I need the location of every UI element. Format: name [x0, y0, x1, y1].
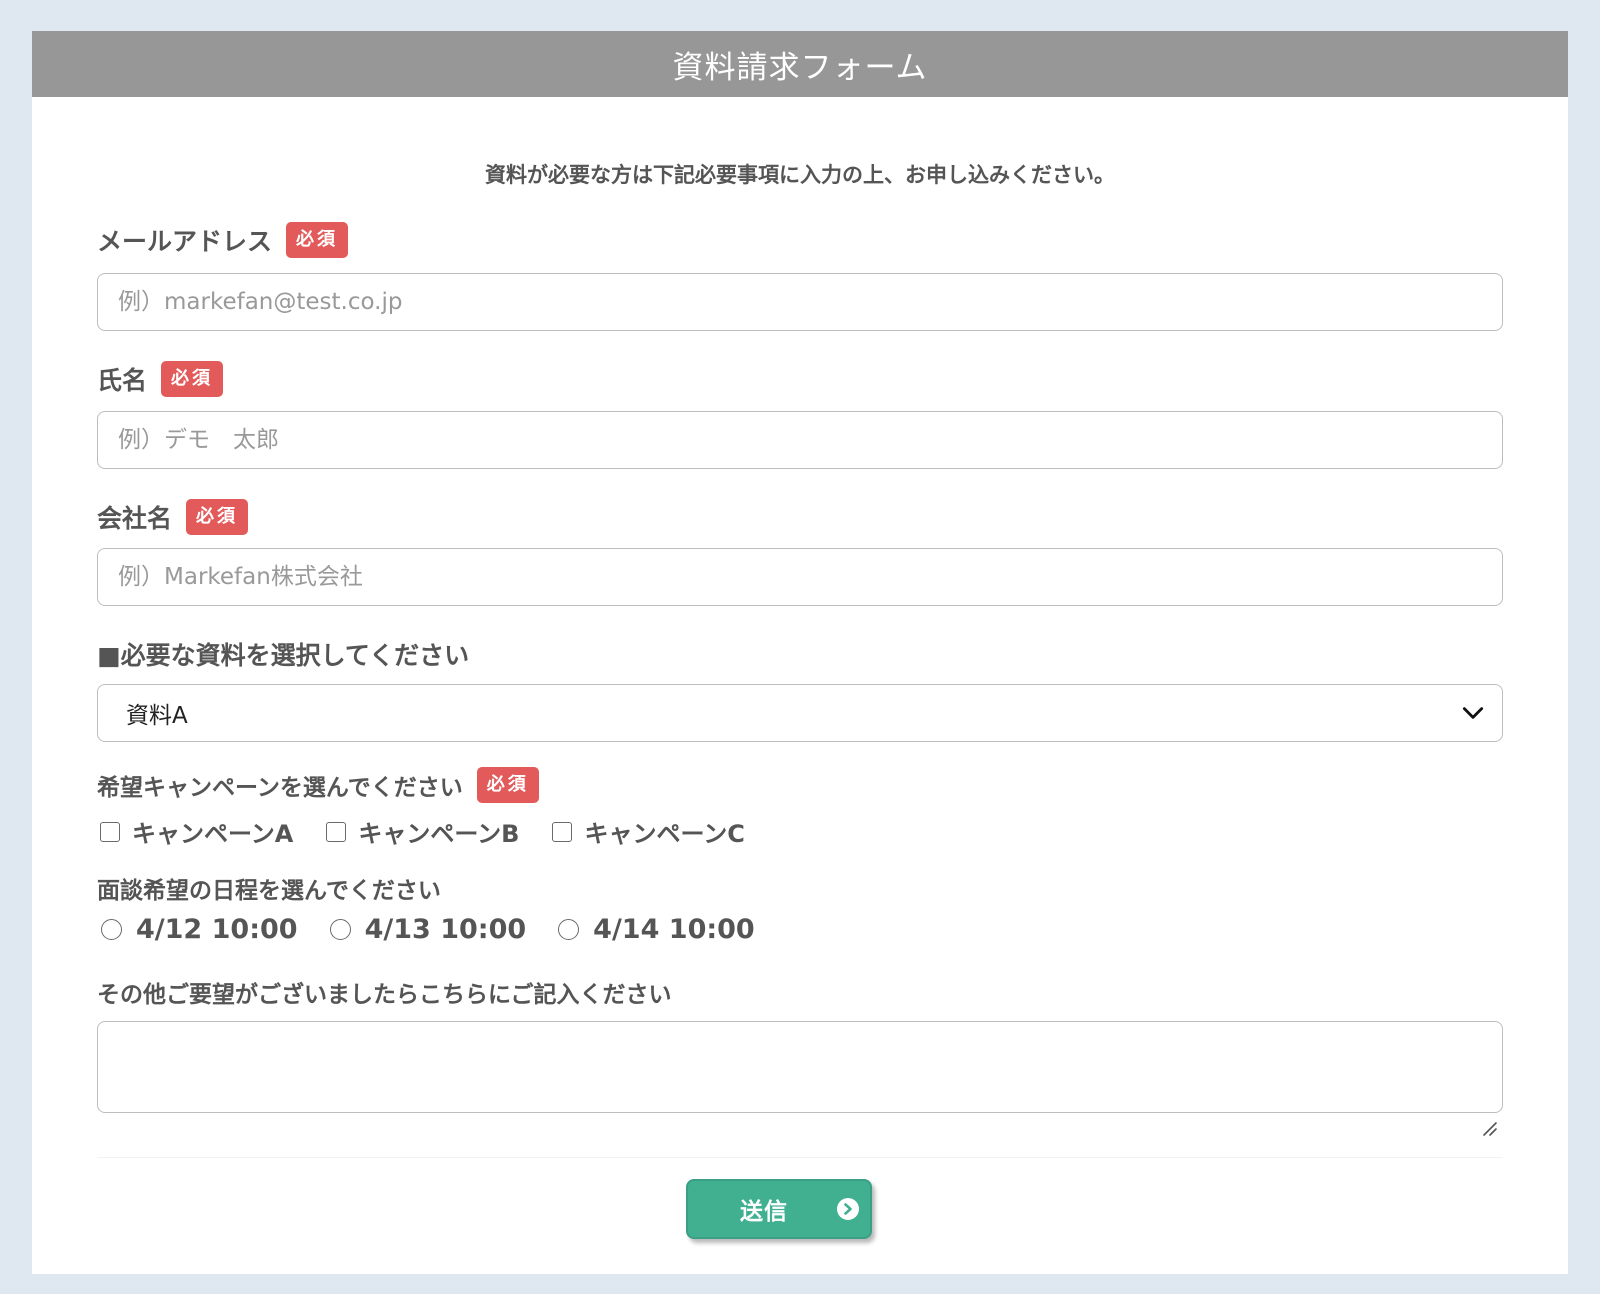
- required-badge: 必須: [286, 222, 349, 258]
- notes-label-row: その他ご要望がございましたらこちらにご記入ください: [97, 975, 672, 1009]
- schedule-option-label: 4/12 10:00: [136, 914, 298, 945]
- form-title: 資料請求フォーム: [672, 49, 928, 86]
- campaign-option-label: キャンペーンA: [132, 820, 294, 848]
- required-badge: 必須: [186, 499, 249, 535]
- material-selected-value: 資料A: [126, 703, 188, 729]
- email-label: メールアドレス: [97, 227, 273, 256]
- required-badge: 必須: [476, 767, 539, 803]
- campaign-option-b[interactable]: キャンペーンB: [323, 814, 519, 849]
- divider: [97, 1157, 1503, 1158]
- checkbox[interactable]: [326, 821, 347, 842]
- required-badge: 必須: [161, 361, 224, 397]
- resize-handle-icon[interactable]: [1480, 1119, 1498, 1137]
- campaign-option-label: キャンペーンB: [358, 820, 520, 848]
- campaign-label: 希望キャンペーンを選んでください: [97, 775, 463, 801]
- material-select[interactable]: 資料A: [97, 684, 1503, 742]
- company-input[interactable]: [97, 548, 1503, 606]
- schedule-options: 4/12 10:00 4/13 10:00 4/14 10:00: [97, 914, 783, 945]
- material-label-row: ■必要な資料を選択してください: [97, 636, 469, 672]
- form-intro: 資料が必要な方は下記必要事項に入力の上、お申し込みください。: [485, 163, 1115, 187]
- email-label-row: メールアドレス 必須: [97, 222, 349, 258]
- submit-button[interactable]: 送信: [686, 1179, 872, 1239]
- form-card: 資料請求フォーム 資料が必要な方は下記必要事項に入力の上、お申し込みください。 …: [32, 31, 1568, 1274]
- schedule-label: 面談希望の日程を選んでください: [97, 878, 441, 904]
- checkbox[interactable]: [552, 821, 573, 842]
- schedule-option-3[interactable]: 4/14 10:00: [554, 914, 755, 945]
- name-input[interactable]: [97, 411, 1503, 469]
- campaign-option-a[interactable]: キャンペーンA: [97, 814, 293, 849]
- name-label-row: 氏名 必須: [97, 361, 224, 397]
- schedule-label-row: 面談希望の日程を選んでください: [97, 871, 441, 905]
- schedule-option-1[interactable]: 4/12 10:00: [97, 914, 298, 945]
- material-label: ■必要な資料を選択してください: [97, 641, 470, 670]
- schedule-option-2[interactable]: 4/13 10:00: [326, 914, 527, 945]
- campaign-option-label: キャンペーンC: [584, 820, 745, 848]
- company-label: 会社名: [97, 504, 173, 533]
- campaign-label-row: 希望キャンペーンを選んでください 必須: [97, 767, 539, 803]
- radio-button[interactable]: [558, 919, 580, 940]
- notes-textarea[interactable]: [97, 1021, 1503, 1113]
- radio-button[interactable]: [101, 919, 122, 940]
- chevron-down-icon: [1462, 707, 1484, 719]
- company-label-row: 会社名 必須: [97, 499, 249, 535]
- radio-button[interactable]: [329, 919, 351, 940]
- arrow-right-circle-icon: [837, 1198, 859, 1220]
- email-input[interactable]: [97, 273, 1503, 331]
- campaign-option-c[interactable]: キャンペーンC: [549, 814, 745, 849]
- checkbox[interactable]: [100, 821, 120, 842]
- form-header: 資料請求フォーム: [32, 31, 1568, 97]
- submit-label: 送信: [740, 1199, 788, 1225]
- campaign-options: キャンペーンA キャンペーンB キャンペーンC: [97, 814, 775, 849]
- schedule-option-label: 4/14 10:00: [593, 914, 755, 945]
- name-label: 氏名: [97, 366, 148, 395]
- notes-label: その他ご要望がございましたらこちらにご記入ください: [97, 982, 672, 1008]
- schedule-option-label: 4/13 10:00: [364, 914, 527, 945]
